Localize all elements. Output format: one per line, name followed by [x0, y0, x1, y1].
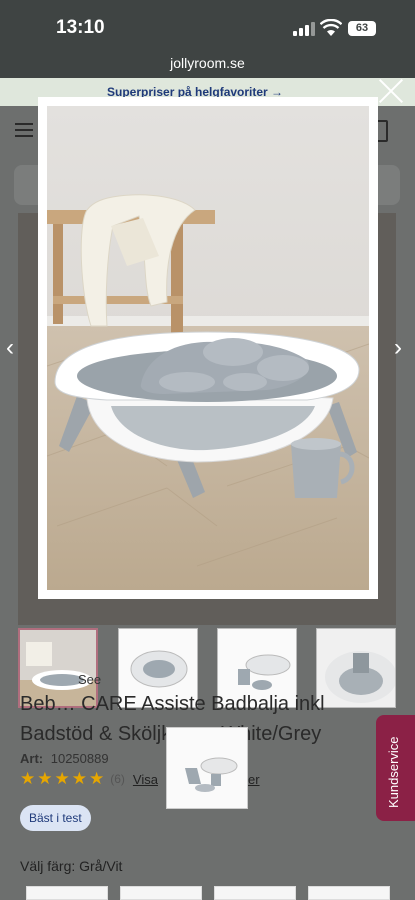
customer-service-label: Kundservice [386, 736, 401, 808]
review-count: (6) [110, 772, 125, 786]
wifi-icon [320, 19, 342, 36]
customer-service-tab[interactable]: Kundservice [376, 715, 415, 821]
article-value: 10250889 [50, 751, 109, 766]
color-swatch[interactable] [214, 886, 296, 900]
brand-text: See [78, 672, 102, 687]
menu-icon[interactable] [15, 123, 33, 137]
close-icon[interactable] [376, 76, 406, 106]
color-swatch[interactable] [120, 886, 202, 900]
star-icon: ★ [20, 769, 36, 788]
battery-icon: 63 [348, 21, 376, 36]
star-icon: ★ [71, 769, 87, 788]
star-icon: ★ [89, 769, 105, 788]
color-select-label: Välj färg: Grå/Vit [20, 858, 123, 874]
star-icon: ★ [54, 769, 70, 788]
image-lightbox [38, 97, 378, 599]
thumbnail-5[interactable] [166, 727, 248, 809]
article-label: Art: [20, 751, 44, 766]
product-title-line1: Beb… CARE Assiste Badbalja inkl [20, 693, 325, 715]
status-time: 13:10 [56, 17, 105, 38]
article-number: Art: 10250889 [20, 751, 109, 766]
thumbnail-4[interactable] [316, 628, 396, 708]
chevron-left-icon[interactable]: ‹ [6, 336, 20, 360]
best-in-test-badge: Bäst i test [20, 805, 91, 831]
lightbox-photo[interactable] [47, 106, 369, 590]
url-bar[interactable]: jollyroom.se [0, 55, 415, 71]
rating-stars[interactable]: ★ ★ ★ ★ ★ (6) Visa [20, 769, 158, 788]
star-icon: ★ [37, 769, 53, 788]
chevron-right-icon[interactable]: › [394, 336, 408, 360]
color-swatch[interactable] [26, 886, 108, 900]
signal-icon [293, 22, 315, 36]
show-reviews-link-suffix[interactable]: er [248, 772, 260, 787]
show-reviews-link[interactable]: Visa [133, 772, 158, 787]
color-swatch[interactable] [308, 886, 390, 900]
